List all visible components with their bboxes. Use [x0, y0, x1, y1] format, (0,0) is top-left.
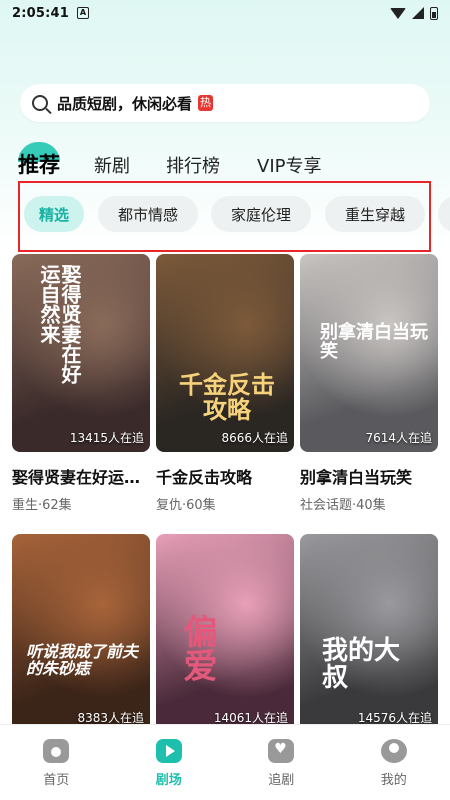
- nav-label: 我的: [380, 773, 407, 788]
- follower-count: 8666人在追: [221, 431, 288, 445]
- drama-poster[interactable]: 娶得贤妻在好运自然来 13415人在追: [12, 254, 150, 452]
- tab-ranking[interactable]: 排行榜: [166, 152, 220, 178]
- wifi-icon: [390, 7, 406, 19]
- status-bar: 2:05:41 A: [0, 0, 450, 26]
- poster-title: 娶得贤妻在好运自然来: [37, 264, 82, 384]
- drama-meta: 社会话题·40集: [300, 498, 386, 513]
- drama-poster[interactable]: 偏爱 14061人在追: [156, 534, 294, 732]
- chip-more[interactable]: [438, 196, 450, 232]
- battery-icon: [430, 6, 438, 20]
- home-icon: [43, 739, 70, 763]
- mine-icon: [380, 739, 407, 763]
- theater-icon: [155, 739, 182, 763]
- drama-card[interactable]: 千金反击攻略 8666人在追 千金反击攻略 复仇·60集: [156, 254, 294, 513]
- drama-title[interactable]: 别拿清白当玩笑: [300, 464, 438, 488]
- drama-title[interactable]: 娶得贤妻在好运…: [12, 464, 150, 488]
- signal-icon: [412, 7, 424, 19]
- hot-badge: 热: [198, 95, 214, 111]
- nav-mine[interactable]: 我的: [338, 725, 450, 800]
- highlight-box: [18, 181, 431, 252]
- nav-label: 追剧: [268, 773, 295, 788]
- drama-poster[interactable]: 听说我成了前夫的朱砂痣 8383人在追: [12, 534, 150, 732]
- drama-card[interactable]: 娶得贤妻在好运自然来 13415人在追 娶得贤妻在好运… 重生·62集: [12, 254, 150, 513]
- category-tabs: 推荐 新剧 排行榜 VIP专享: [0, 142, 450, 182]
- follower-count: 7614人在追: [365, 431, 432, 445]
- tab-new[interactable]: 新剧: [94, 152, 130, 178]
- drama-poster[interactable]: 别拿清白当玩笑 7614人在追: [300, 254, 438, 452]
- poster-title: 千金反击攻略: [179, 370, 275, 425]
- bottom-nav: 首页 剧场 追剧 我的: [0, 724, 450, 800]
- nav-theater[interactable]: 剧场: [113, 725, 226, 800]
- poster-title: 偏爱: [177, 614, 217, 682]
- nav-home[interactable]: 首页: [0, 725, 113, 800]
- drama-card[interactable]: 我的大叔 14576人在追: [300, 534, 438, 732]
- status-time: 2:05:41: [12, 5, 70, 21]
- drama-card[interactable]: 别拿清白当玩笑 7614人在追 别拿清白当玩笑 社会话题·40集: [300, 254, 438, 513]
- tab-recommend[interactable]: 推荐: [18, 149, 60, 179]
- drama-title[interactable]: 千金反击攻略: [156, 464, 294, 488]
- poster-title: 别拿清白当玩笑: [320, 322, 428, 362]
- drama-poster[interactable]: 我的大叔 14576人在追: [300, 534, 438, 732]
- notification-icon: A: [77, 7, 90, 19]
- poster-art: [300, 534, 438, 732]
- follower-count: 13415人在追: [69, 431, 144, 445]
- poster-title: 我的大叔: [322, 636, 401, 694]
- search-placeholder: 品质短剧，休闲必看: [57, 94, 193, 113]
- drama-poster[interactable]: 千金反击攻略 8666人在追: [156, 254, 294, 452]
- drama-card[interactable]: 听说我成了前夫的朱砂痣 8383人在追: [12, 534, 150, 732]
- poster-title: 听说我成了前夫的朱砂痣: [26, 642, 139, 678]
- drama-meta: 重生·62集: [12, 498, 72, 513]
- follow-icon: [268, 739, 295, 763]
- search-icon: [32, 95, 48, 111]
- nav-label: 首页: [43, 773, 70, 788]
- drama-card[interactable]: 偏爱 14061人在追: [156, 534, 294, 732]
- nav-label: 剧场: [155, 773, 182, 788]
- poster-art: [12, 534, 150, 732]
- search-bar[interactable]: 品质短剧，休闲必看 热: [20, 84, 430, 122]
- drama-meta: 复仇·60集: [156, 498, 216, 513]
- tab-vip[interactable]: VIP专享: [257, 152, 321, 178]
- nav-follow[interactable]: 追剧: [225, 725, 338, 800]
